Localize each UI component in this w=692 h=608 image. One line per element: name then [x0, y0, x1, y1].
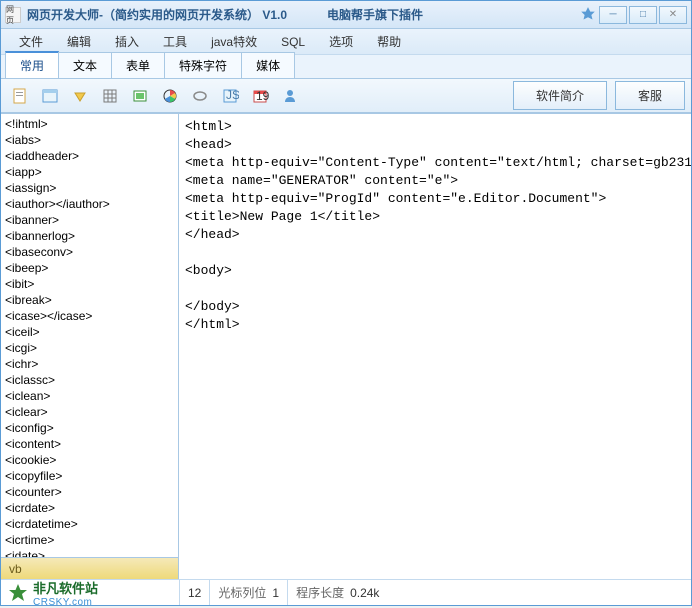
tag-list-item[interactable]: <icookie>	[5, 452, 174, 468]
save-icon[interactable]	[67, 83, 93, 109]
tag-list-item[interactable]: <icopyfile>	[5, 468, 174, 484]
tag-list-item[interactable]: <iclassc>	[5, 372, 174, 388]
tag-list-item[interactable]: <ibit>	[5, 276, 174, 292]
tab-common[interactable]: 常用	[5, 51, 59, 78]
tag-list-item[interactable]: <icase></icase>	[5, 308, 174, 324]
length-label: 程序长度	[296, 584, 344, 601]
tag-list-item[interactable]: <ibaseconv>	[5, 244, 174, 260]
titlebar: 网页 网页开发大师-（简约实用的网页开发系统） V1.0 电脑帮手旗下插件 ─ …	[1, 1, 691, 29]
maximize-button[interactable]: □	[629, 6, 657, 24]
pin-icon[interactable]	[579, 6, 597, 24]
close-button[interactable]: ✕	[659, 6, 687, 24]
tag-list-item[interactable]: <iabs>	[5, 132, 174, 148]
new-file-icon[interactable]	[7, 83, 33, 109]
minimize-button[interactable]: ─	[599, 6, 627, 24]
statusbar: 非凡软件站 CRSKY.com 12 光标列位 1 程序长度 0.24k	[1, 579, 691, 605]
tag-list-item[interactable]: <iapp>	[5, 164, 174, 180]
menu-sql[interactable]: SQL	[269, 31, 317, 53]
tag-list-item[interactable]: <iauthor></iauthor>	[5, 196, 174, 212]
tag-list-item[interactable]: <iceil>	[5, 324, 174, 340]
menu-edit[interactable]: 编辑	[55, 29, 103, 54]
menu-tools[interactable]: 工具	[151, 29, 199, 54]
script-icon[interactable]: JS	[217, 83, 243, 109]
tag-list-item[interactable]: <ibeep>	[5, 260, 174, 276]
tag-list-item[interactable]: <ibreak>	[5, 292, 174, 308]
open-file-icon[interactable]	[37, 83, 63, 109]
tag-list-item[interactable]: <iclear>	[5, 404, 174, 420]
intro-button[interactable]: 软件简介	[513, 81, 607, 110]
cursor-value: 1	[272, 586, 279, 600]
toolbar: JS 19 软件简介 客服	[1, 79, 691, 113]
status-column: 12	[179, 580, 209, 605]
tab-text[interactable]: 文本	[58, 52, 112, 78]
status-length: 程序长度 0.24k	[287, 580, 387, 605]
tag-list-item[interactable]: <iaddheader>	[5, 148, 174, 164]
tag-list-item[interactable]: <!ihtml>	[5, 116, 174, 132]
tag-list-item[interactable]: <icgi>	[5, 340, 174, 356]
tag-list-item[interactable]: <idate>	[5, 548, 174, 557]
menu-options[interactable]: 选项	[317, 29, 365, 54]
tag-list[interactable]: <!ihtml><iabs><iaddheader><iapp><iassign…	[1, 114, 178, 557]
image-icon[interactable]	[127, 83, 153, 109]
tag-list-item[interactable]: <icontent>	[5, 436, 174, 452]
cursor-label: 光标列位	[218, 584, 266, 601]
status-cursor: 光标列位 1	[209, 580, 287, 605]
app-window: 网页 网页开发大师-（简约实用的网页开发系统） V1.0 电脑帮手旗下插件 ─ …	[0, 0, 692, 606]
grid-icon[interactable]	[97, 83, 123, 109]
tab-form[interactable]: 表单	[111, 52, 165, 78]
tag-list-item[interactable]: <iassign>	[5, 180, 174, 196]
tag-list-item[interactable]: <icrtime>	[5, 532, 174, 548]
color-wheel-icon[interactable]	[157, 83, 183, 109]
tag-list-item[interactable]: <iclean>	[5, 388, 174, 404]
left-panel: <!ihtml><iabs><iaddheader><iapp><iassign…	[1, 114, 179, 579]
tag-list-item[interactable]: <ichr>	[5, 356, 174, 372]
person-icon[interactable]	[277, 83, 303, 109]
tag-list-item[interactable]: <icrdatetime>	[5, 516, 174, 532]
tag-list-item[interactable]: <ibanner>	[5, 212, 174, 228]
tab-media[interactable]: 媒体	[241, 52, 295, 78]
menu-insert[interactable]: 插入	[103, 29, 151, 54]
tab-special[interactable]: 特殊字符	[164, 52, 242, 78]
tag-list-item[interactable]: <icounter>	[5, 484, 174, 500]
menu-help[interactable]: 帮助	[365, 29, 413, 54]
tabbar: 常用 文本 表单 特殊字符 媒体	[1, 55, 691, 79]
tag-list-item[interactable]: <icrdate>	[5, 500, 174, 516]
svg-text:19: 19	[256, 89, 269, 103]
tag-list-item[interactable]: <ibannerlog>	[5, 228, 174, 244]
window-title: 网页开发大师-（简约实用的网页开发系统） V1.0	[27, 6, 287, 23]
code-editor[interactable]: <html> <head> <meta http-equiv="Content-…	[179, 114, 691, 579]
main-area: <!ihtml><iabs><iaddheader><iapp><iassign…	[1, 113, 691, 579]
service-button[interactable]: 客服	[615, 81, 685, 110]
app-icon: 网页	[5, 7, 21, 23]
brand-name: 非凡软件站	[33, 578, 98, 597]
link-icon[interactable]	[187, 83, 213, 109]
menu-java[interactable]: java特效	[199, 29, 269, 54]
calendar-icon[interactable]: 19	[247, 83, 273, 109]
left-bottom-tab[interactable]: vb	[1, 557, 178, 579]
brand-logo: 非凡软件站 CRSKY.com	[1, 578, 179, 608]
svg-text:JS: JS	[226, 88, 239, 102]
length-value: 0.24k	[350, 586, 379, 600]
window-subtitle: 电脑帮手旗下插件	[327, 6, 423, 23]
tag-list-item[interactable]: <iconfig>	[5, 420, 174, 436]
status-col-value: 12	[188, 586, 201, 600]
